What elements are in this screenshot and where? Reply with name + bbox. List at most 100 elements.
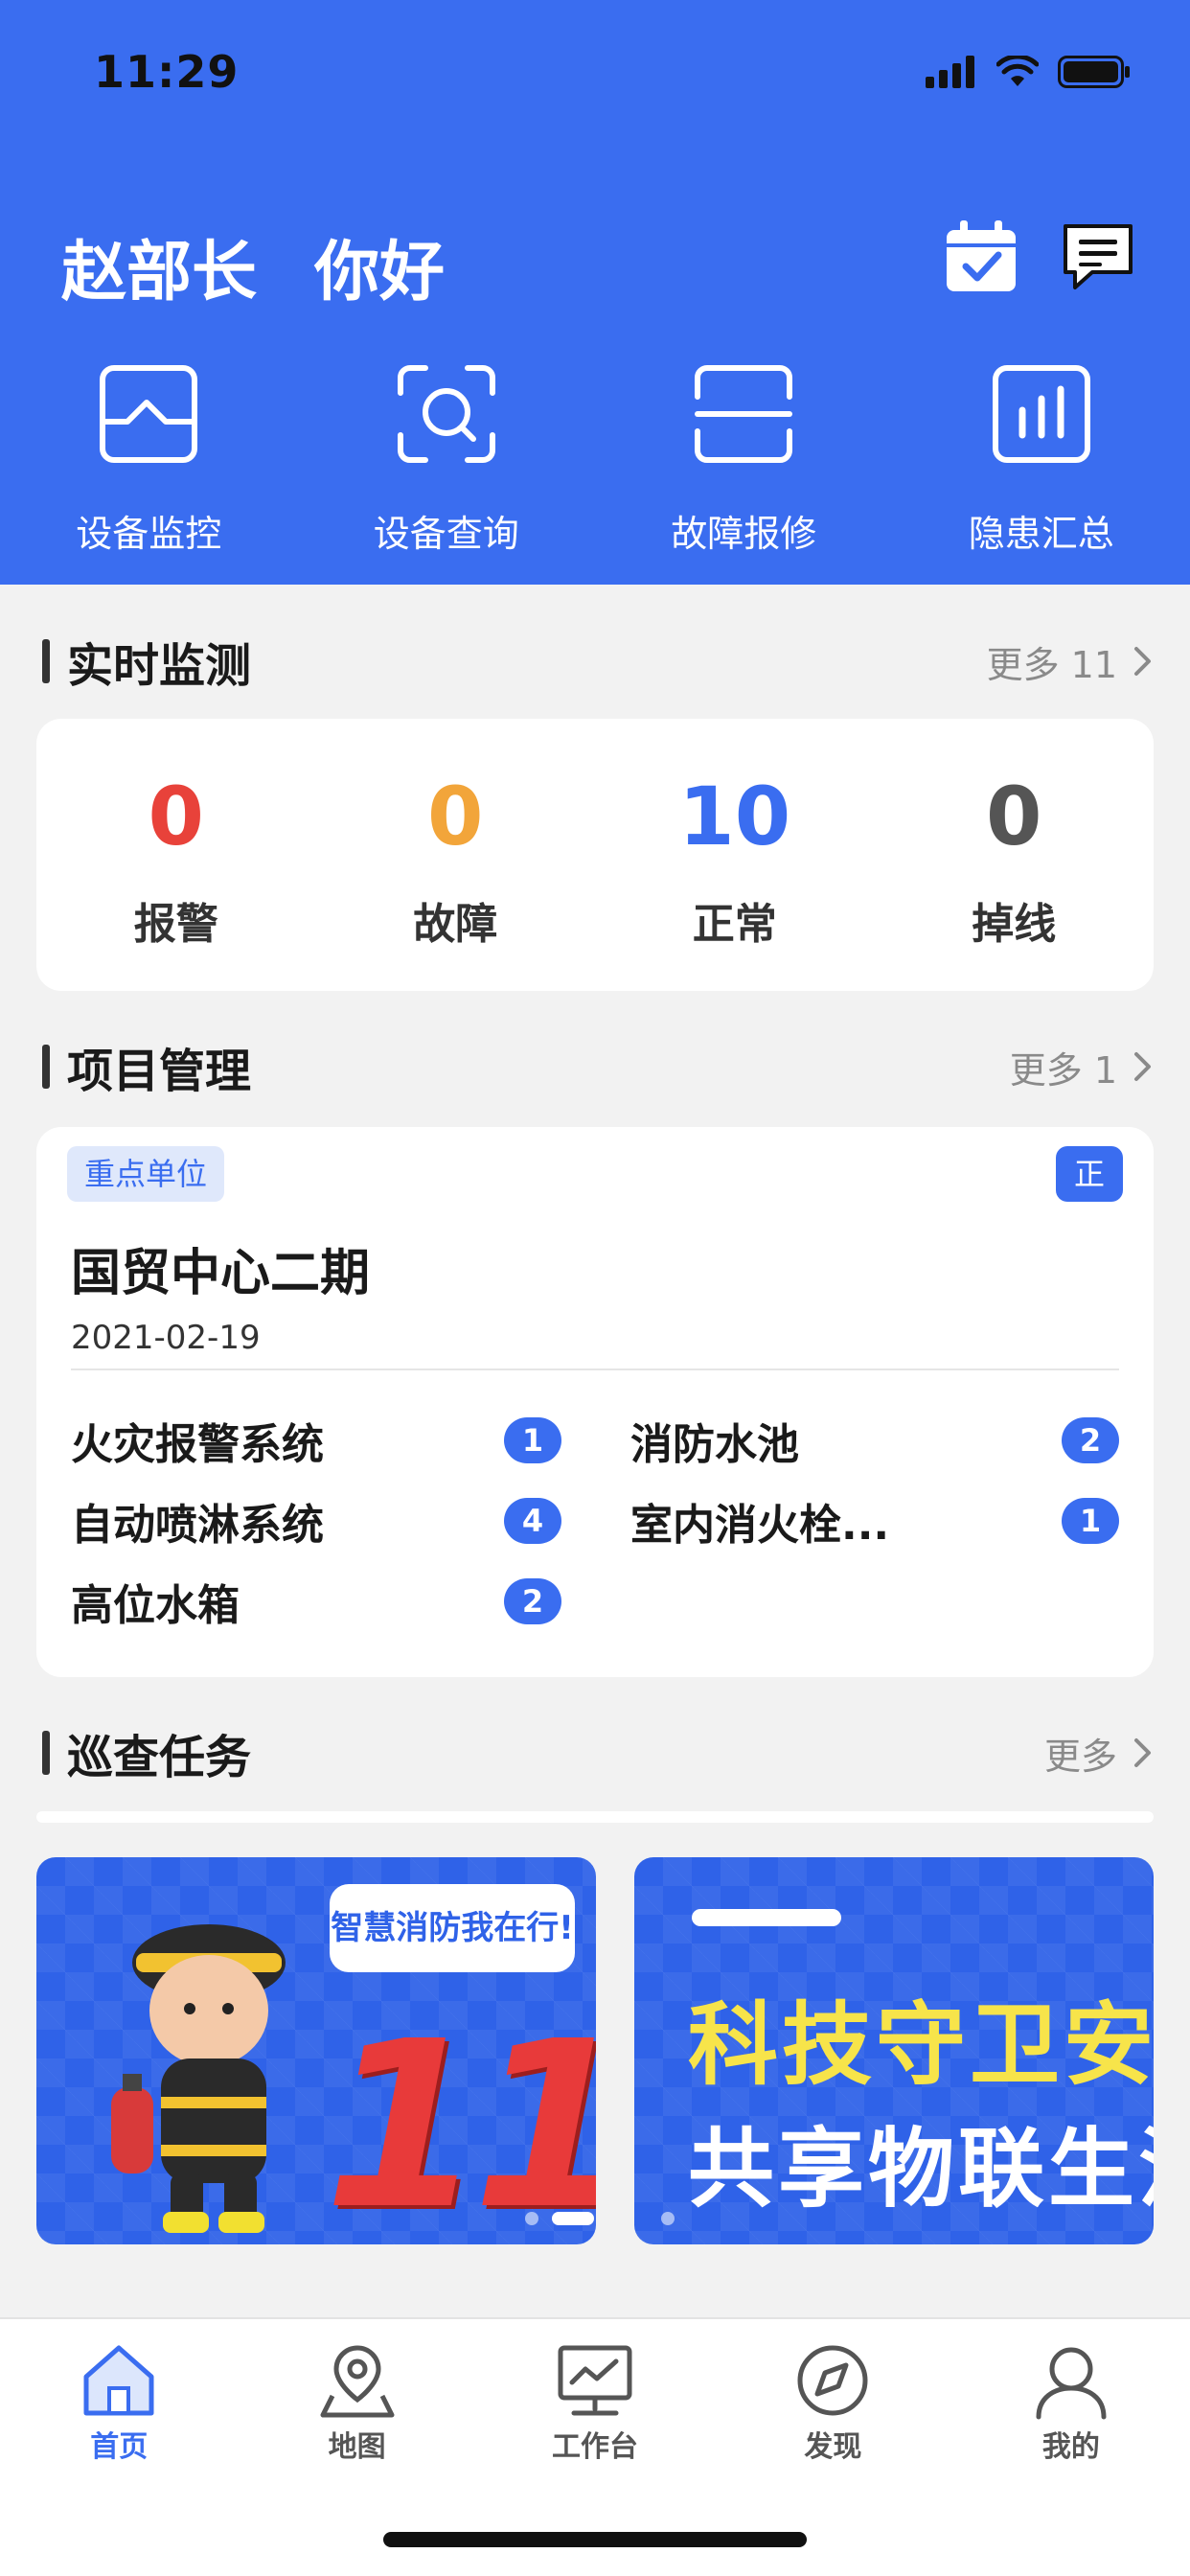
- tab-mine[interactable]: 我的: [952, 2340, 1190, 2482]
- realtime-more-link[interactable]: 更多 11: [987, 635, 1154, 688]
- section-title-bar: [42, 639, 50, 683]
- tab-map[interactable]: 地图: [238, 2340, 475, 2482]
- tab-label: 工作台: [552, 2430, 639, 2464]
- section-title: 项目管理: [42, 1033, 251, 1100]
- monitor-wave-icon: [100, 365, 198, 463]
- system-count-badge: 1: [1062, 1498, 1119, 1544]
- home-indicator: [383, 2532, 807, 2547]
- bar-chart-icon: [992, 365, 1090, 463]
- fault-count: 0: [427, 770, 484, 863]
- tab-home[interactable]: 首页: [0, 2340, 238, 2482]
- patrol-list-placeholder: [36, 1811, 1154, 1823]
- firefighter-illustration: [111, 1924, 286, 2233]
- tab-discover[interactable]: 发现: [714, 2340, 951, 2482]
- system-name: 自动喷淋系统: [71, 1501, 324, 1550]
- system-item[interactable]: 自动喷淋系统 4: [71, 1493, 596, 1550]
- scan-frame-icon: [695, 365, 793, 463]
- normal-label: 正常: [692, 900, 777, 949]
- carousel-dots: [661, 2212, 675, 2225]
- compass-icon: [797, 2345, 868, 2416]
- alarm-count: 0: [148, 770, 204, 863]
- carousel-dots: [525, 2212, 596, 2225]
- carousel-dot: [661, 2212, 675, 2225]
- chevron-right-icon: [1134, 647, 1151, 676]
- system-count-badge: 2: [504, 1578, 561, 1624]
- quick-action-label: 设备查询: [373, 513, 519, 555]
- tab-workbench[interactable]: 工作台: [476, 2340, 714, 2482]
- quick-action-label: 设备监控: [76, 513, 222, 555]
- project-date: 2021-02-19: [71, 1319, 261, 1357]
- monitor-alarm[interactable]: 0 报警: [36, 719, 316, 991]
- project-card[interactable]: 重点单位 正 国贸中心二期 2021-02-19 火灾报警系统 1 消防水池 2…: [36, 1127, 1154, 1677]
- quick-actions: 设备监控 设备查询 故障报修 隐患汇总: [0, 364, 1190, 557]
- chevron-right-icon: [1134, 1052, 1151, 1081]
- banner-fire-119[interactable]: 智慧消防我在行! 119: [36, 1857, 596, 2244]
- banner-tech-safety[interactable]: 科技守卫安全 共享物联生活: [634, 1857, 1154, 2244]
- monitor-normal[interactable]: 10 正常: [595, 719, 875, 991]
- carousel-dot: [525, 2212, 538, 2225]
- status-bar: 11:29: [0, 0, 1190, 144]
- monitor-fault[interactable]: 0 故障: [316, 719, 596, 991]
- section-title: 实时监测: [42, 628, 251, 695]
- system-name: 火灾报警系统: [71, 1420, 324, 1469]
- system-name: 高位水箱: [71, 1581, 240, 1630]
- key-unit-tag: 重点单位: [67, 1146, 225, 1202]
- battery-icon: [1058, 56, 1130, 88]
- system-count-badge: 4: [504, 1498, 561, 1544]
- system-list: 火灾报警系统 1 消防水池 2 自动喷淋系统 4 室内消火栓... 1 高位水箱…: [71, 1413, 1119, 1630]
- message-icon[interactable]: [1060, 218, 1136, 295]
- calendar-check-icon[interactable]: [943, 218, 1019, 295]
- tab-bar: 首页 地图 工作台 发现 我的: [0, 2317, 1190, 2576]
- user-icon: [1036, 2347, 1107, 2420]
- project-more-link[interactable]: 更多 1: [1010, 1041, 1154, 1093]
- signal-icon: [926, 56, 974, 88]
- offline-label: 掉线: [972, 900, 1057, 949]
- tab-label: 发现: [804, 2430, 862, 2464]
- tab-label: 地图: [328, 2430, 386, 2464]
- normal-count: 10: [678, 770, 791, 863]
- quick-action-label: 隐患汇总: [968, 513, 1114, 555]
- more-label: 更多: [1043, 1735, 1117, 1778]
- header: 11:29 赵部长 你好 设备监控 设备查询 故障报修 隐患汇总: [0, 0, 1190, 585]
- monitor-offline[interactable]: 0 掉线: [875, 719, 1155, 991]
- quick-action-device-query[interactable]: 设备查询: [298, 364, 596, 557]
- quick-action-label: 故障报修: [671, 513, 817, 555]
- status-icons: [926, 56, 1131, 88]
- more-label: 更多 1: [1009, 1048, 1117, 1092]
- realtime-section-header: 实时监测 更多 11: [42, 628, 1154, 695]
- quick-action-device-monitor[interactable]: 设备监控: [0, 364, 298, 557]
- carousel-dot-active: [552, 2212, 594, 2225]
- status-time: 11:29: [94, 46, 240, 98]
- divider: [71, 1368, 1119, 1370]
- patrol-more-link[interactable]: 更多: [1044, 1727, 1154, 1780]
- tab-label: 首页: [90, 2430, 149, 2464]
- system-name: 室内消火栓...: [630, 1501, 890, 1550]
- more-label: 更多 11: [986, 643, 1117, 686]
- offline-count: 0: [986, 770, 1042, 863]
- banner-line1-text: 科技守卫安全: [688, 1993, 1154, 2098]
- system-count-badge: 2: [1062, 1417, 1119, 1463]
- system-item[interactable]: 消防水池 2: [596, 1413, 1119, 1469]
- section-title: 巡查任务: [42, 1719, 251, 1786]
- system-item[interactable]: 室内消火栓... 1: [596, 1493, 1119, 1550]
- tab-label: 我的: [1041, 2430, 1100, 2464]
- workbench-icon: [558, 2345, 632, 2416]
- quick-action-fault-report[interactable]: 故障报修: [595, 364, 893, 557]
- status-badge: 正: [1056, 1146, 1123, 1202]
- alarm-label: 报警: [133, 900, 218, 949]
- banner-decor-line: [692, 1909, 841, 1926]
- section-title-bar: [42, 1731, 50, 1775]
- wifi-icon: [996, 56, 1039, 86]
- realtime-monitor-card: 0 报警 0 故障 10 正常 0 掉线: [36, 719, 1154, 991]
- patrol-section-header: 巡查任务 更多: [42, 1719, 1154, 1786]
- system-item[interactable]: 火灾报警系统 1: [71, 1413, 596, 1469]
- banner-line2-text: 共享物联生活: [688, 2119, 1154, 2220]
- banner-bubble-text: 智慧消防我在行!: [330, 1884, 575, 1972]
- system-item[interactable]: 高位水箱 2: [71, 1574, 596, 1630]
- system-count-badge: 1: [504, 1417, 561, 1463]
- home-icon: [83, 2345, 154, 2416]
- project-title: 项目管理: [67, 1045, 252, 1098]
- quick-action-hazard-summary[interactable]: 隐患汇总: [893, 364, 1190, 557]
- project-name: 国贸中心二期: [71, 1245, 371, 1302]
- realtime-title: 实时监测: [67, 639, 252, 693]
